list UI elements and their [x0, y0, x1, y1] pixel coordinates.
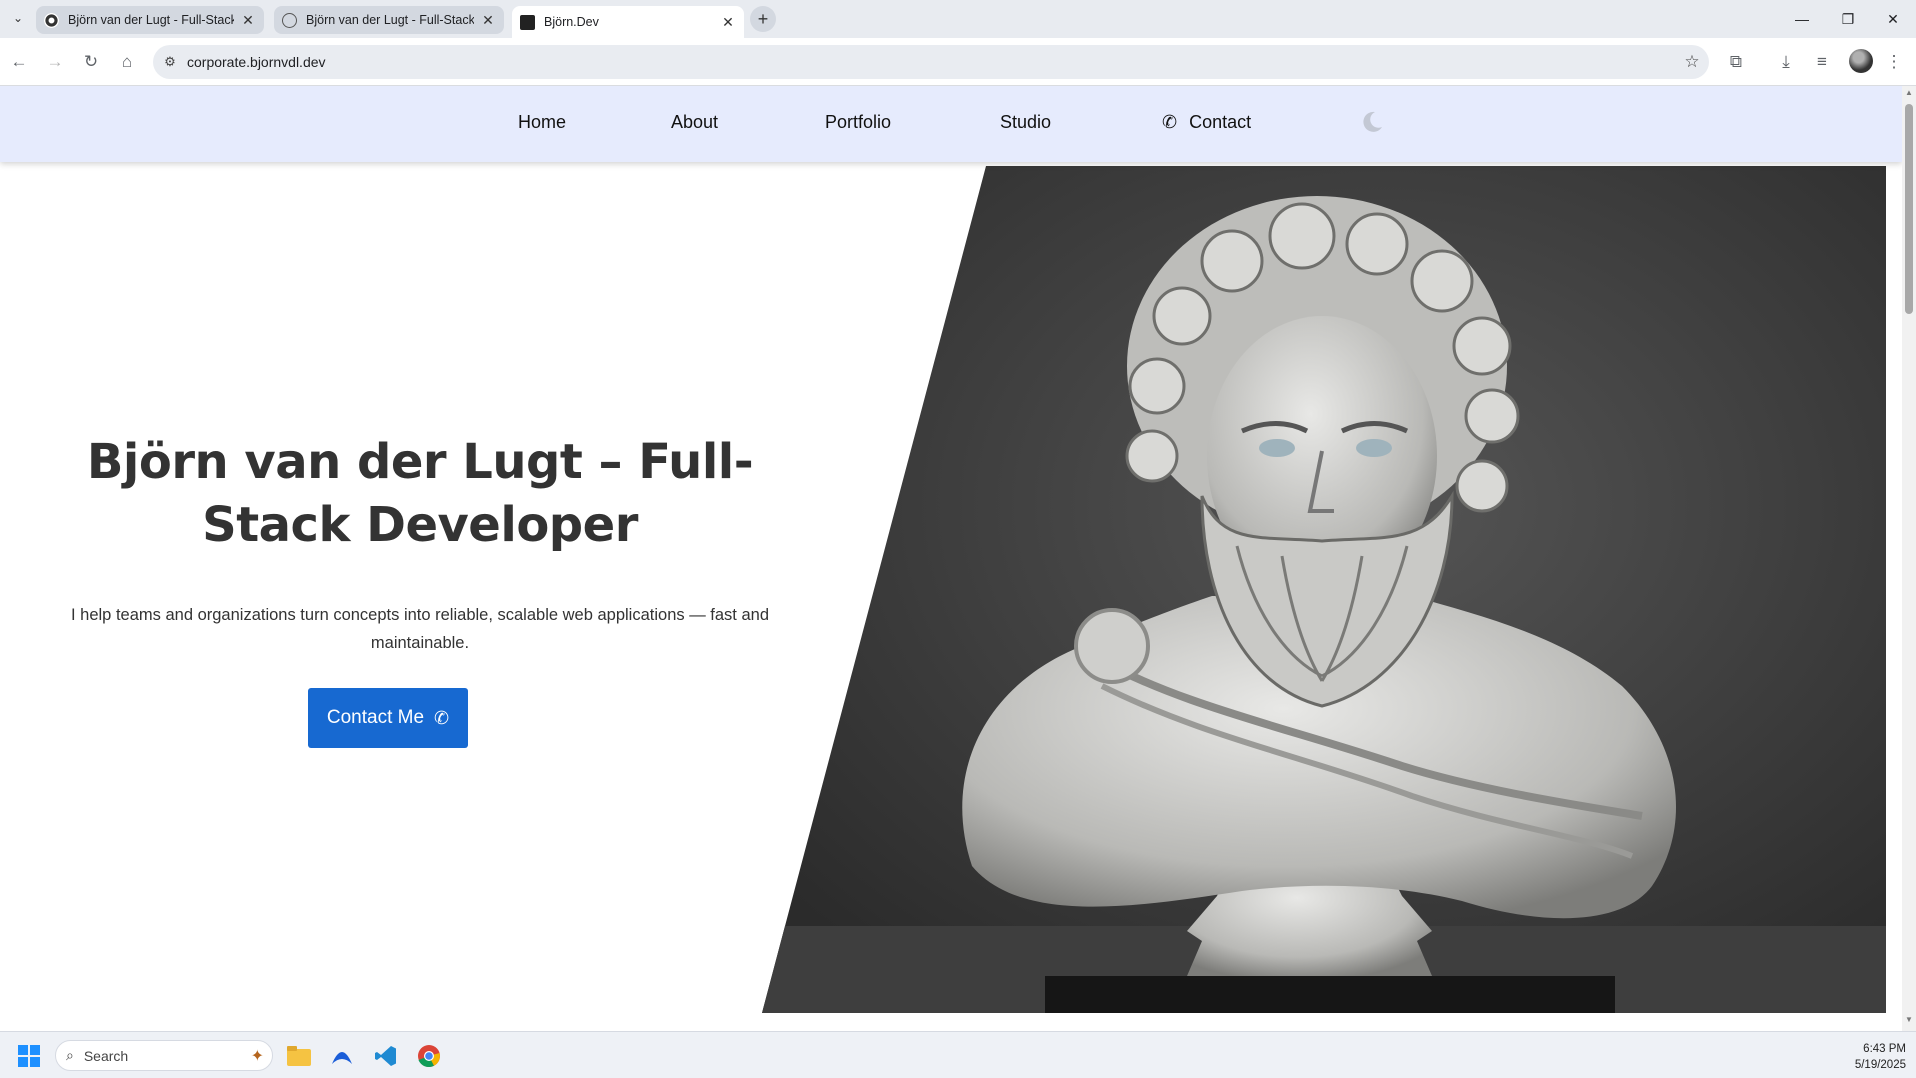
- browser-menu-icon[interactable]: ⋮: [1880, 48, 1908, 76]
- windows-taskbar: ⌕ Search ✦ 6:43 PM 5/19/2025: [0, 1031, 1916, 1078]
- address-bar[interactable]: ⚙ corporate.bjornvdl.dev ☆: [153, 45, 1709, 79]
- taskbar-search-label: Search: [83, 1047, 129, 1064]
- phone-icon: ✆: [1162, 112, 1178, 132]
- browser-tab-strip: ⌄ Björn van der Lugt - Full-Stack D ✕ Bj…: [0, 0, 1916, 38]
- clock-date: 5/19/2025: [1854, 1059, 1906, 1071]
- url-text[interactable]: corporate.bjornvdl.dev: [187, 54, 1675, 70]
- scrollbar-thumb[interactable]: [1905, 104, 1913, 314]
- home-icon[interactable]: ⌂: [113, 48, 141, 76]
- tab-search-chevron-icon[interactable]: ⌄: [6, 6, 30, 30]
- hero-subtitle-line-2: maintainable.: [370, 634, 470, 652]
- scroll-down-arrow-icon[interactable]: ▼: [1902, 1015, 1916, 1029]
- tab-favicon-icon: [520, 14, 535, 30]
- contact-me-button[interactable]: Contact Me ✆: [308, 688, 468, 748]
- page-scrollbar[interactable]: ▲ ▼: [1902, 86, 1916, 1031]
- nav-link-home[interactable]: Home: [518, 112, 566, 133]
- site-settings-icon[interactable]: ⚙: [153, 54, 187, 70]
- chrome-icon[interactable]: [412, 1040, 446, 1072]
- hero-text-block: Björn van der Lugt – Full- Stack Develop…: [60, 431, 780, 657]
- downloads-icon[interactable]: ⤓: [1772, 48, 1800, 76]
- nav-link-studio[interactable]: Studio: [1000, 112, 1051, 133]
- nav-link-about[interactable]: About: [671, 112, 718, 133]
- clock-time: 6:43 PM: [1863, 1043, 1906, 1055]
- new-tab-button[interactable]: +: [750, 6, 776, 32]
- bookmark-star-icon[interactable]: ☆: [1675, 52, 1709, 72]
- nav-link-contact-label: Contact: [1189, 112, 1252, 132]
- browser-tab-2[interactable]: Björn van der Lugt - Full-Stack D ✕: [274, 6, 504, 34]
- media-controls-icon[interactable]: ≡: [1808, 48, 1836, 76]
- close-window-button[interactable]: ✕: [1870, 0, 1916, 38]
- hero-title-line-1: Björn van der Lugt – Full-: [86, 434, 754, 490]
- hero-title: Björn van der Lugt – Full- Stack Develop…: [60, 431, 780, 557]
- minimize-button[interactable]: —: [1779, 0, 1825, 38]
- search-icon: ⌕: [66, 1047, 74, 1063]
- hero-image-marble-bust: [762, 166, 1886, 1013]
- search-highlight-icon: ✦: [250, 1047, 264, 1065]
- forward-arrow-icon[interactable]: →: [41, 48, 69, 76]
- tab-favicon-icon: [44, 12, 59, 28]
- dark-mode-moon-icon[interactable]: [1358, 108, 1386, 136]
- tab-close-icon[interactable]: ✕: [720, 14, 736, 31]
- tab-title: Björn.Dev: [544, 15, 599, 29]
- back-arrow-icon[interactable]: ←: [5, 48, 33, 76]
- browser-tab-1[interactable]: Björn van der Lugt - Full-Stack D ✕: [36, 6, 264, 34]
- tab-title: Björn van der Lugt - Full-Stack D: [68, 13, 234, 27]
- extensions-puzzle-icon[interactable]: ⧉: [1722, 48, 1750, 76]
- windows-start-icon[interactable]: [18, 1045, 40, 1067]
- vscode-icon[interactable]: [369, 1040, 403, 1072]
- nav-link-contact[interactable]: ✆ Contact: [1162, 112, 1251, 133]
- system-clock[interactable]: 6:43 PM 5/19/2025: [1826, 1041, 1906, 1073]
- profile-avatar[interactable]: [1849, 49, 1873, 73]
- browser-tab-3-active[interactable]: Björn.Dev ✕: [512, 6, 744, 38]
- nav-link-portfolio[interactable]: Portfolio: [825, 112, 891, 133]
- phone-icon: ✆: [434, 707, 450, 728]
- app-icon[interactable]: [325, 1040, 359, 1072]
- reload-icon[interactable]: ↻: [77, 48, 105, 76]
- taskbar-search-box[interactable]: ⌕ Search ✦: [55, 1040, 273, 1071]
- contact-me-label: Contact Me: [326, 707, 425, 728]
- hero-subtitle: I help teams and organizations turn conc…: [60, 601, 780, 657]
- tab-globe-icon: [282, 12, 297, 28]
- restore-button[interactable]: ❐: [1825, 0, 1871, 38]
- tab-close-icon[interactable]: ✕: [480, 12, 496, 29]
- hero-subtitle-line-1: I help teams and organizations turn conc…: [71, 606, 769, 624]
- browser-toolbar: ← → ↻ ⌂ ⚙ corporate.bjornvdl.dev ☆ ⧉ ⤓ ≡…: [0, 38, 1916, 86]
- page-viewport: Home About Portfolio Studio ✆ Contact Bj…: [0, 86, 1902, 1031]
- site-navbar: Home About Portfolio Studio ✆ Contact: [0, 86, 1902, 162]
- scroll-up-arrow-icon[interactable]: ▲: [1902, 88, 1916, 102]
- tab-close-icon[interactable]: ✕: [240, 12, 256, 29]
- hero-title-line-2: Stack Developer: [202, 497, 638, 553]
- file-explorer-icon[interactable]: [282, 1040, 316, 1072]
- tab-title: Björn van der Lugt - Full-Stack D: [306, 13, 474, 27]
